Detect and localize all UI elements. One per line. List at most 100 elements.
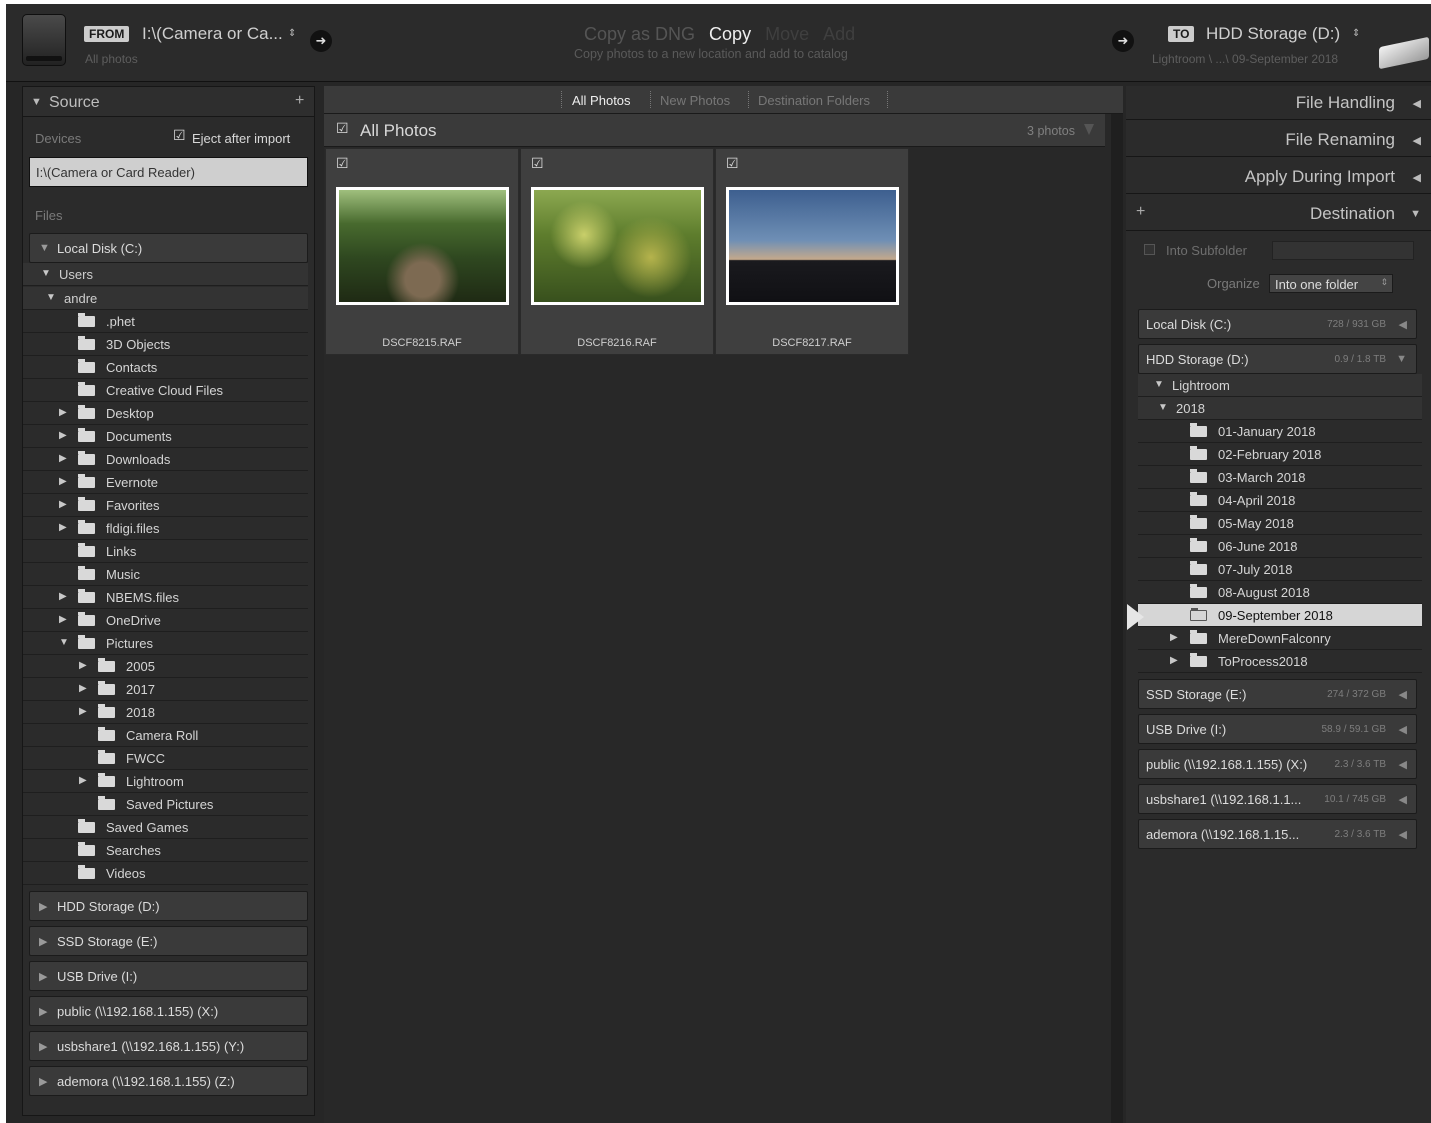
photo-checkbox[interactable]: ☑: [336, 156, 349, 170]
source-drive-icon[interactable]: [22, 14, 66, 66]
collapsed-triangle-icon[interactable]: ◀: [1399, 758, 1407, 771]
expand-triangle-icon[interactable]: ▼: [39, 242, 50, 254]
destination-selector[interactable]: HDD Storage (D:): [1206, 24, 1340, 44]
dest-drive-hdd[interactable]: HDD Storage (D:) 0.9 / 1.8 TB ▼: [1138, 344, 1417, 374]
eject-checkbox[interactable]: ☑: [173, 128, 186, 142]
source-drive-row[interactable]: ▶ usbshare1 (\\192.168.1.155) (Y:): [29, 1031, 308, 1061]
expanded-triangle-icon[interactable]: ▼: [1396, 353, 1407, 365]
source-folder-row[interactable]: Links: [23, 540, 308, 563]
drive-local-disk[interactable]: ▼ Local Disk (C:): [29, 233, 308, 263]
photo-cell[interactable]: ☑ DSCF8216.RAF: [520, 148, 714, 355]
collapsed-triangle-icon[interactable]: ◀: [1413, 134, 1421, 147]
mode-add[interactable]: Add: [823, 24, 855, 44]
mode-copy[interactable]: Copy: [709, 24, 751, 44]
grid-scrollbar[interactable]: [1111, 114, 1123, 1123]
dest-folder-2018[interactable]: ▼ 2018: [1138, 397, 1422, 420]
dest-drive-row[interactable]: usbshare1 (\\192.168.1.1... 10.1 / 745 GB…: [1138, 784, 1417, 814]
expand-triangle-icon[interactable]: ▶: [79, 706, 87, 717]
expand-triangle-icon[interactable]: ▶: [59, 430, 67, 441]
dest-drive-row[interactable]: ademora (\\192.168.1.15... 2.3 / 3.6 TB ◀: [1138, 819, 1417, 849]
dest-drive-row[interactable]: USB Drive (I:) 58.9 / 59.1 GB ◀: [1138, 714, 1417, 744]
dest-drive-row[interactable]: public (\\192.168.1.155) (X:) 2.3 / 3.6 T…: [1138, 749, 1417, 779]
expand-triangle-icon[interactable]: ▶: [59, 614, 67, 625]
file-renaming-header[interactable]: File Renaming ◀: [1126, 123, 1431, 157]
source-folder-row[interactable]: Videos: [23, 862, 308, 885]
dest-folder-lightroom[interactable]: ▼ Lightroom: [1138, 374, 1422, 397]
photo-checkbox[interactable]: ☑: [531, 156, 544, 170]
source-folder-row[interactable]: ▶ fldigi.files: [23, 517, 308, 540]
expand-triangle-icon[interactable]: ▶: [59, 591, 67, 602]
select-all-checkbox[interactable]: ☑: [336, 121, 349, 135]
expand-triangle-icon[interactable]: ▶: [79, 775, 87, 786]
expand-triangle-icon[interactable]: ▼: [1154, 379, 1164, 390]
source-selector[interactable]: I:\(Camera or Ca...: [142, 24, 283, 44]
add-plus-icon[interactable]: +: [295, 92, 304, 110]
photo-cell[interactable]: ☑ DSCF8217.RAF: [715, 148, 909, 355]
collapsed-triangle-icon[interactable]: ◀: [1413, 97, 1421, 110]
expand-triangle-icon[interactable]: ▶: [1170, 632, 1178, 643]
source-folder-row[interactable]: Saved Games: [23, 816, 308, 839]
expand-triangle-icon[interactable]: ▶: [59, 522, 67, 533]
expand-triangle-icon[interactable]: ▶: [39, 1040, 47, 1053]
source-folder-row[interactable]: ▶ 2005: [23, 655, 308, 678]
expand-triangle-icon[interactable]: ▼: [46, 292, 56, 303]
mode-move[interactable]: Move: [765, 24, 809, 44]
folder-users[interactable]: ▼ Users: [23, 263, 308, 286]
dest-drive-row[interactable]: SSD Storage (E:) 274 / 372 GB ◀: [1138, 679, 1417, 709]
expand-triangle-icon[interactable]: ▶: [39, 1075, 47, 1088]
collapse-triangle-icon[interactable]: ▼: [31, 96, 42, 108]
source-folder-row[interactable]: 3D Objects: [23, 333, 308, 356]
expand-triangle-icon[interactable]: ▶: [1170, 655, 1178, 666]
source-folder-row[interactable]: ▼ Pictures: [23, 632, 308, 655]
collapsed-triangle-icon[interactable]: ◀: [1399, 828, 1407, 841]
expand-triangle-icon[interactable]: ▼: [1158, 402, 1168, 413]
dest-folder-row[interactable]: 03-March 2018: [1138, 466, 1422, 489]
photo-thumbnail[interactable]: [336, 187, 509, 305]
dest-folder-row[interactable]: 01-January 2018: [1138, 420, 1422, 443]
source-folder-row[interactable]: .phet: [23, 310, 308, 333]
tab-all-photos[interactable]: All Photos: [572, 93, 631, 108]
source-folder-row[interactable]: ▶ Evernote: [23, 471, 308, 494]
source-folder-row[interactable]: ▶ OneDrive: [23, 609, 308, 632]
photo-checkbox[interactable]: ☑: [726, 156, 739, 170]
subfolder-input[interactable]: [1272, 241, 1414, 260]
organize-select[interactable]: Into one folder ⇕: [1269, 274, 1393, 293]
expand-triangle-icon[interactable]: ▼: [59, 637, 69, 648]
expand-triangle-icon[interactable]: ▶: [39, 970, 47, 983]
apply-during-import-header[interactable]: Apply During Import ◀: [1126, 160, 1431, 194]
tab-new-photos[interactable]: New Photos: [660, 93, 730, 108]
source-arrow-icon[interactable]: ➜: [310, 30, 332, 52]
expand-triangle-icon[interactable]: ▶: [79, 660, 87, 671]
source-folder-row[interactable]: ▶ 2017: [23, 678, 308, 701]
dest-folder-row[interactable]: ▶ MereDownFalconry: [1138, 627, 1422, 650]
tab-destination-folders[interactable]: Destination Folders: [758, 93, 870, 108]
filter-icon[interactable]: [1084, 124, 1094, 135]
collapsed-triangle-icon[interactable]: ◀: [1399, 723, 1407, 736]
source-folder-row[interactable]: ▶ Favorites: [23, 494, 308, 517]
dest-folder-row[interactable]: 04-April 2018: [1138, 489, 1422, 512]
collapsed-triangle-icon[interactable]: ◀: [1399, 688, 1407, 701]
source-folder-row[interactable]: ▶ NBEMS.files: [23, 586, 308, 609]
collapsed-triangle-icon[interactable]: ◀: [1413, 171, 1421, 184]
source-drive-row[interactable]: ▶ SSD Storage (E:): [29, 926, 308, 956]
photo-thumbnail[interactable]: [531, 187, 704, 305]
dest-folder-row[interactable]: 05-May 2018: [1138, 512, 1422, 535]
source-folder-row[interactable]: ▶ Downloads: [23, 448, 308, 471]
source-folder-row[interactable]: FWCC: [23, 747, 308, 770]
source-folder-row[interactable]: Contacts: [23, 356, 308, 379]
source-folder-row[interactable]: Music: [23, 563, 308, 586]
into-subfolder-checkbox[interactable]: [1144, 244, 1155, 255]
expand-triangle-icon[interactable]: ▶: [59, 453, 67, 464]
source-drive-row[interactable]: ▶ ademora (\\192.168.1.155) (Z:): [29, 1066, 308, 1096]
device-select[interactable]: I:\(Camera or Card Reader): [29, 157, 308, 187]
add-plus-icon[interactable]: +: [1136, 203, 1145, 221]
dest-drive-local-disk[interactable]: Local Disk (C:) 728 / 931 GB ◀: [1138, 309, 1417, 339]
dest-folder-row[interactable]: 02-February 2018: [1138, 443, 1422, 466]
expand-triangle-icon[interactable]: ▶: [59, 499, 67, 510]
source-panel-header[interactable]: ▼ Source +: [23, 87, 314, 117]
collapsed-triangle-icon[interactable]: ◀: [1399, 318, 1407, 331]
source-folder-row[interactable]: Camera Roll: [23, 724, 308, 747]
source-drive-row[interactable]: ▶ USB Drive (I:): [29, 961, 308, 991]
dest-folder-row[interactable]: 09-September 2018: [1138, 604, 1422, 627]
dest-folder-row[interactable]: 08-August 2018: [1138, 581, 1422, 604]
